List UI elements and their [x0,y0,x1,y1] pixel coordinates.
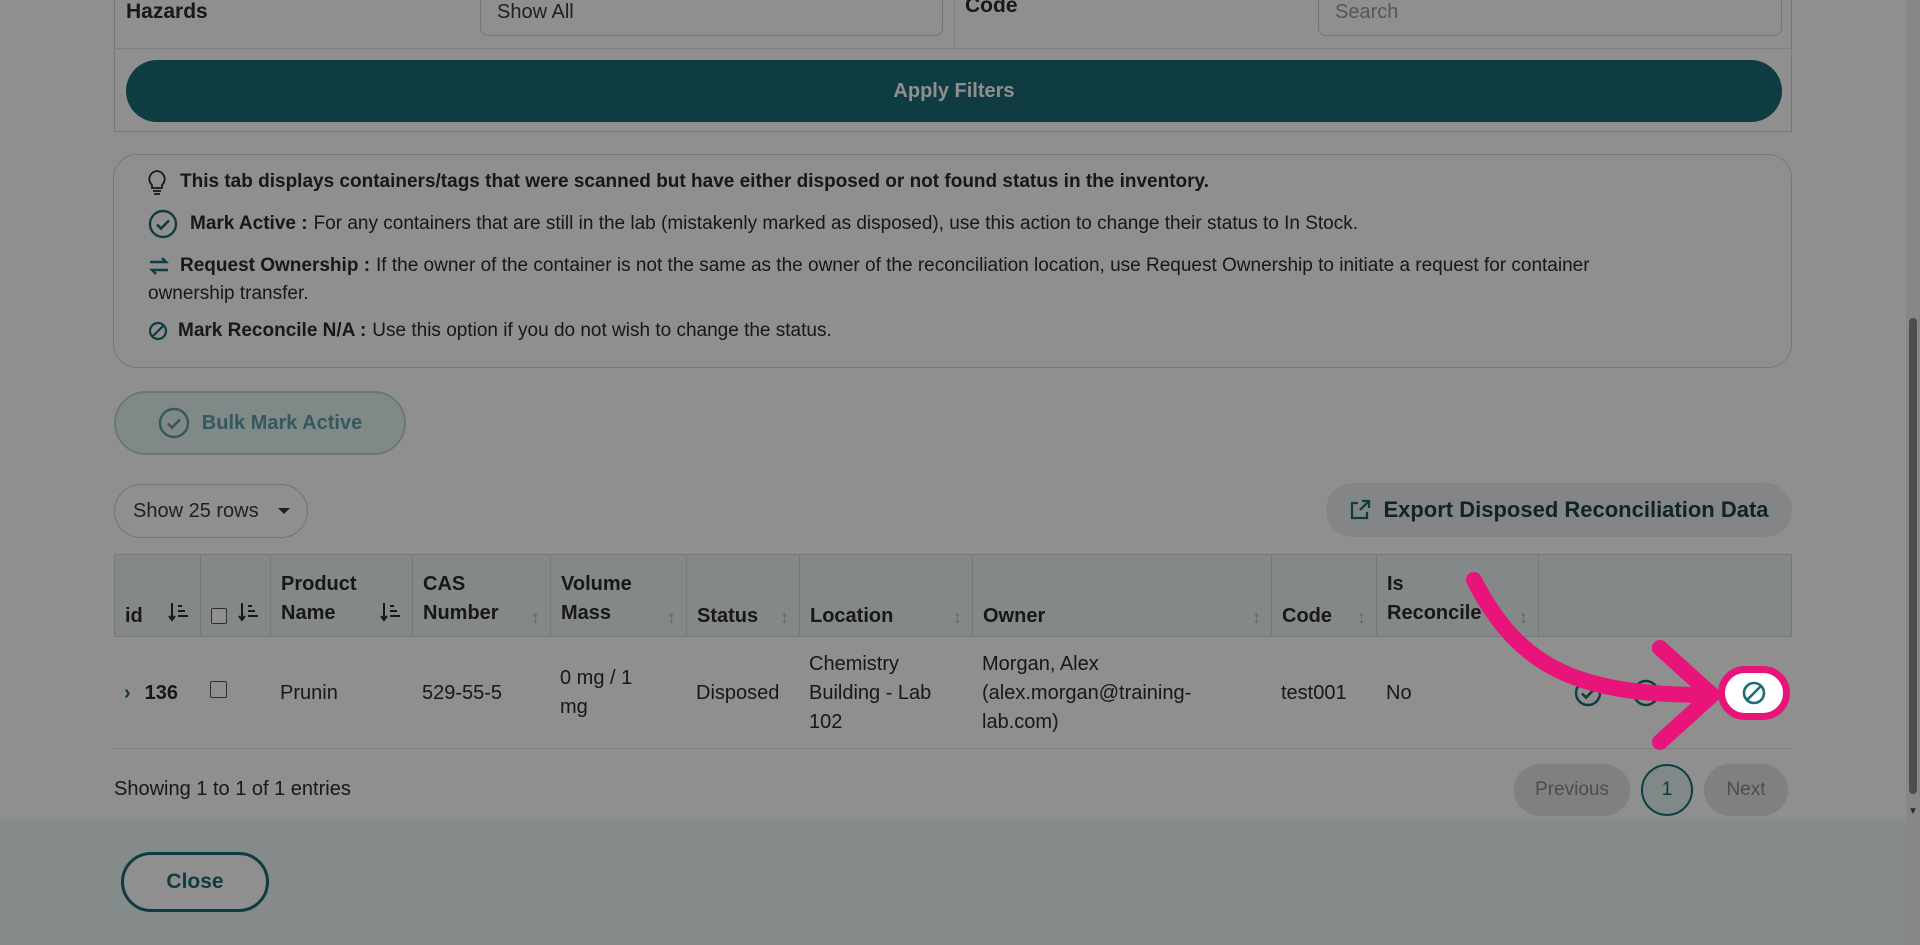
col-cas-number[interactable]: CAS Number ↕ [413,555,551,638]
header-checkbox[interactable] [211,608,227,624]
mark-active-title: Mark Active : [190,213,308,234]
mark-active-text: For any containers that are still in the… [313,213,1359,234]
sort-icon [238,601,260,628]
col-select[interactable] [201,555,271,638]
cell-status: Disposed [696,681,780,704]
col-status-label: Status [697,605,759,627]
dim-overlay [0,0,1920,945]
cell-code: test001 [1281,681,1347,704]
col-code-label: Code [1282,605,1332,627]
bulk-mark-active-button[interactable]: Bulk Mark Active [114,391,406,455]
lightbulb-icon [146,169,168,195]
code-search-input[interactable]: Search [1318,0,1782,36]
row-checkbox[interactable] [210,681,227,698]
info-request-line: Request Ownership : If the owner of the … [148,255,1590,277]
sort-icon [168,601,190,628]
page-1-button[interactable]: 1 [1641,764,1693,816]
swap-arrows-icon [148,256,170,276]
cell-cas-number: 529-55-5 [422,681,503,704]
col-volume-mass[interactable]: Volume Mass ↕ [551,555,687,638]
request-ownership-title: Request Ownership : [180,255,371,276]
filter-divider-vertical [954,0,955,48]
rows-per-page-select[interactable]: Show 25 rows [114,484,308,538]
mark-reconcile-na-button[interactable] [1718,666,1790,720]
block-icon [148,321,168,341]
mark-na-text: Use this option if you do not wish to ch… [372,320,832,341]
cell-select [200,637,270,749]
sort-icon: ↕ [780,607,789,627]
apply-filters-button[interactable]: Apply Filters [126,60,1782,122]
caret-down-icon [277,506,291,516]
export-icon [1349,499,1371,521]
sort-icon: ↕ [953,607,962,627]
modal-footer [0,819,1920,945]
sort-icon: ↕ [667,607,676,627]
hazards-select[interactable]: Show All [480,0,943,36]
scrollbar-thumb[interactable] [1909,318,1917,794]
info-na-line: Mark Reconcile N/A : Use this option if … [148,320,832,342]
col-product-name[interactable]: Product Name [271,555,413,638]
col-id[interactable]: id [115,555,201,638]
col-status[interactable]: Status ↕ [687,555,800,638]
info-mark-active-line: Mark Active : For any containers that ar… [148,209,1358,239]
page: Hazards Code Show All Search Apply Filte… [0,0,1920,945]
sort-icon: ↕ [1357,607,1366,627]
export-label: Export Disposed Reconciliation Data [1383,497,1769,522]
info-intro-text: This tab displays containers/tags that w… [180,171,1209,192]
mark-na-title: Mark Reconcile N/A : [178,320,367,341]
request-ownership-text: If the owner of the container is not the… [376,255,1590,276]
col-volume-label: Volume Mass [561,573,632,624]
col-cas-label: CAS Number [423,573,499,624]
info-request-line-2: ownership transfer. [148,283,309,305]
bulk-mark-active-label: Bulk Mark Active [201,411,363,434]
request-ownership-text-2: ownership transfer. [148,283,309,304]
cell-product-name: Prunin [280,681,338,704]
entries-summary: Showing 1 to 1 of 1 entries [114,778,351,800]
check-circle-icon [158,407,190,439]
sort-icon: ↕ [531,607,540,627]
check-circle-icon [148,209,178,239]
col-owner-label: Owner [983,605,1046,627]
block-icon [1741,680,1767,706]
info-box: This tab displays containers/tags that w… [113,154,1792,368]
rows-per-page-value: Show 25 rows [133,499,259,522]
cell-id-value: 136 [144,681,179,704]
col-product-label: Product Name [281,573,357,624]
sort-icon [380,601,402,628]
info-intro-line: This tab displays containers/tags that w… [146,169,1215,195]
expand-chevron-icon[interactable]: › [124,679,131,708]
export-disposed-data-button[interactable]: Export Disposed Reconciliation Data [1326,483,1792,537]
col-location-label: Location [810,605,894,627]
cell-id: › 136 [114,637,200,749]
col-location[interactable]: Location ↕ [800,555,973,638]
previous-page-button[interactable]: Previous [1514,764,1630,816]
sort-icon: ↕ [1252,607,1261,627]
close-button[interactable]: Close [121,852,269,912]
cell-volume-mass: 0 mg / 1 mg [560,667,633,718]
cell-location: Chemistry Building - Lab 102 [809,652,932,733]
col-owner[interactable]: Owner ↕ [973,555,1272,638]
next-page-button[interactable]: Next [1704,764,1788,816]
hazards-label: Hazards [126,0,208,23]
col-id-label: id [125,605,143,627]
code-label: Code [965,0,1018,17]
cell-owner: Morgan, Alex (alex.morgan@training-lab.co… [982,652,1192,733]
scroll-down-arrow-icon[interactable]: ▼ [1908,806,1918,817]
filter-divider [114,48,1792,49]
col-code[interactable]: Code ↕ [1272,555,1377,638]
highlight-arrow-icon [1466,572,1720,750]
